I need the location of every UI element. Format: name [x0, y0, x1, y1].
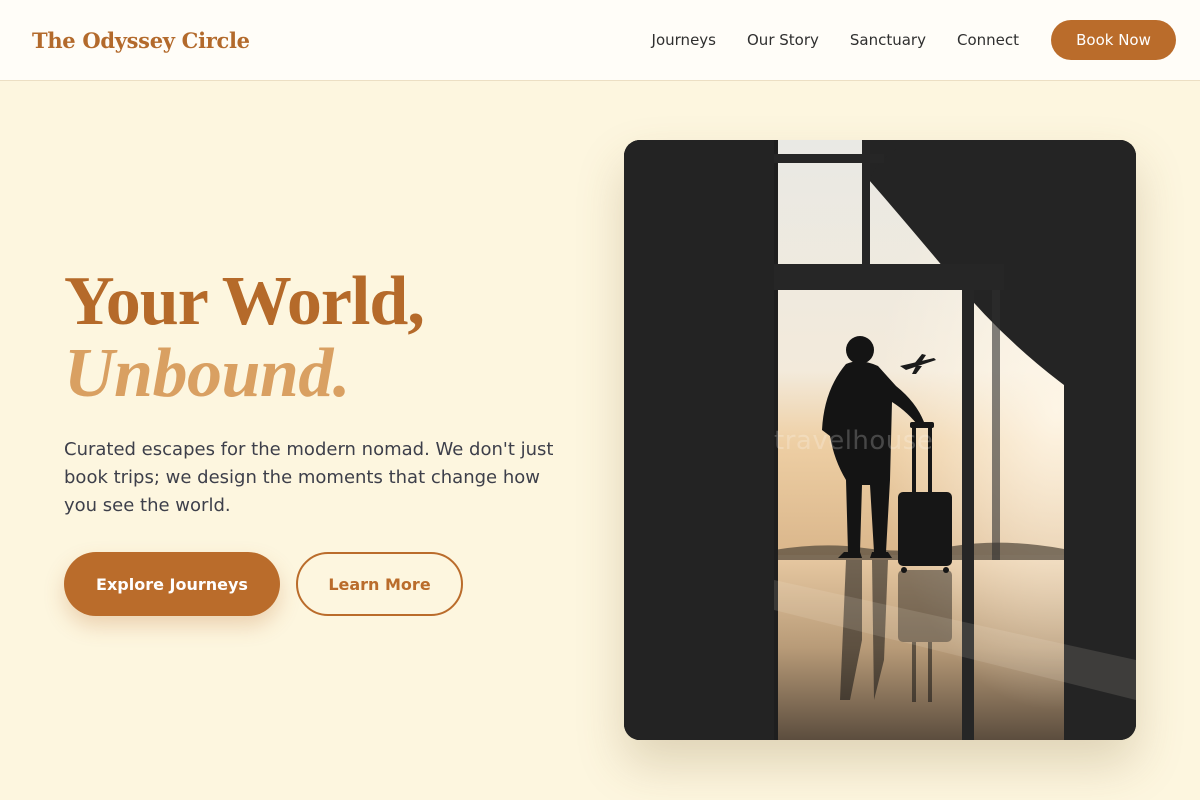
hero-content: Your World, Unbound. Curated escapes for… — [64, 266, 584, 616]
nav-links: Journeys Our Story Sanctuary Connect Boo… — [652, 20, 1176, 60]
hero-subtitle: Curated escapes for the modern nomad. We… — [64, 439, 554, 516]
hero-title: Your World, Unbound. — [64, 266, 584, 410]
top-nav: The Odyssey Circle Journeys Our Story Sa… — [0, 0, 1200, 81]
hero-cta-row: Explore Journeys Learn More — [64, 552, 584, 616]
nav-link-sanctuary[interactable]: Sanctuary — [850, 31, 926, 49]
image-watermark: travelhouse — [774, 426, 934, 456]
brand-logo[interactable]: The Odyssey Circle — [32, 28, 250, 53]
hero-image: travelhouse — [624, 140, 1136, 740]
hero-title-line1: Your World, — [64, 263, 425, 340]
nav-link-our-story[interactable]: Our Story — [747, 31, 819, 49]
book-now-button[interactable]: Book Now — [1051, 20, 1176, 60]
nav-link-connect[interactable]: Connect — [957, 31, 1019, 49]
explore-journeys-button[interactable]: Explore Journeys — [64, 552, 280, 616]
learn-more-button[interactable]: Learn More — [296, 552, 463, 616]
hero-title-line2: Unbound. — [64, 335, 350, 412]
nav-link-journeys[interactable]: Journeys — [652, 31, 716, 49]
